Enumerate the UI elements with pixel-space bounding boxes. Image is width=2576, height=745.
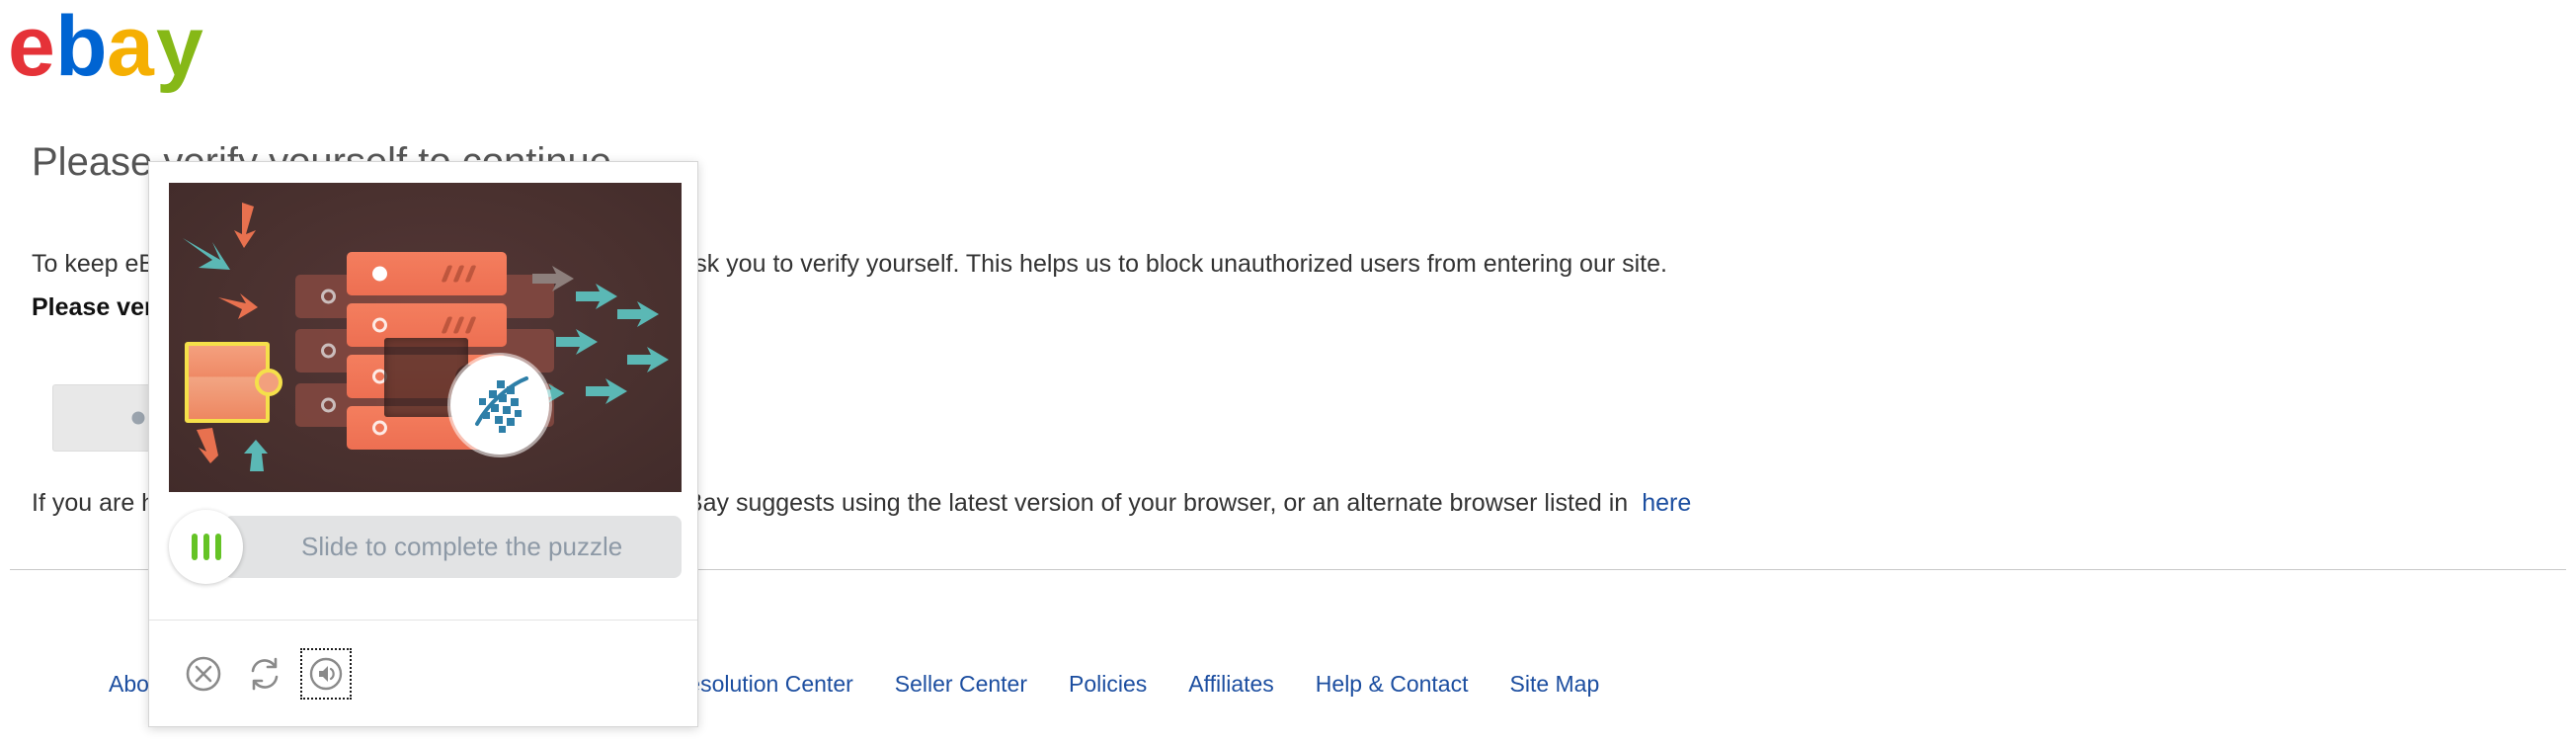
arrow-grey-icon (532, 266, 574, 291)
arrow-teal-icon (244, 440, 268, 471)
arrow-teal-icon (586, 378, 627, 404)
arrow-coral-icon (197, 428, 224, 463)
rack-led-icon (321, 289, 336, 304)
rack-vents-icon (441, 316, 477, 334)
arrow-teal-icon (183, 238, 230, 270)
puzzle-image (169, 183, 682, 492)
audio-icon[interactable] (300, 647, 352, 700)
pixel-swoosh-icon (475, 376, 528, 433)
server-rack-front-1 (347, 252, 507, 295)
rack-led-icon (372, 420, 387, 436)
captcha-controls (149, 620, 697, 726)
arrow-teal-icon (627, 347, 669, 372)
footer-link-help-contact[interactable]: Help & Contact (1316, 671, 1469, 698)
footer-link-resolution-center[interactable]: Resolution Center (672, 671, 853, 698)
arrow-teal-icon (576, 284, 617, 309)
logo-letter-e: e (8, 2, 55, 94)
captcha-popup[interactable]: Slide to complete the puzzle (148, 161, 698, 727)
arrow-teal-icon (556, 329, 598, 355)
puzzle-slider[interactable]: Slide to complete the puzzle (169, 510, 682, 584)
refresh-icon-svg (251, 657, 279, 690)
rack-vents-icon (441, 265, 477, 283)
footer-link-site-map[interactable]: Site Map (1510, 671, 1600, 698)
close-icon-svg (186, 656, 221, 691)
slider-handle[interactable] (169, 510, 243, 584)
rack-led-icon (372, 317, 387, 333)
footer-link-policies[interactable]: Policies (1069, 671, 1147, 698)
slider-track[interactable]: Slide to complete the puzzle (224, 516, 682, 578)
logo-letter-a: a (107, 2, 155, 94)
footer-link-seller-center[interactable]: Seller Center (895, 671, 1027, 698)
browser-list-link[interactable]: here (1642, 489, 1691, 517)
footer-link-affiliates[interactable]: Affiliates (1188, 671, 1274, 698)
audio-icon-svg (309, 657, 343, 690)
arrow-coral-icon (218, 293, 258, 319)
rack-led-icon (321, 343, 336, 359)
rack-led-icon (372, 266, 387, 282)
arrow-coral-icon (234, 203, 256, 248)
logo-letter-b: b (55, 2, 108, 94)
refresh-icon[interactable] (242, 651, 287, 697)
puzzle-piece[interactable] (185, 342, 270, 423)
rack-led-icon (321, 397, 336, 413)
arrow-teal-icon (617, 301, 659, 327)
ebay-logo-svg: e b a y (8, 0, 203, 94)
slider-label: Slide to complete the puzzle (301, 532, 623, 561)
logo-letter-y: y (156, 2, 203, 94)
brand-badge (450, 356, 549, 455)
close-icon[interactable] (181, 651, 226, 697)
ebay-logo[interactable]: e b a y (8, 0, 245, 97)
